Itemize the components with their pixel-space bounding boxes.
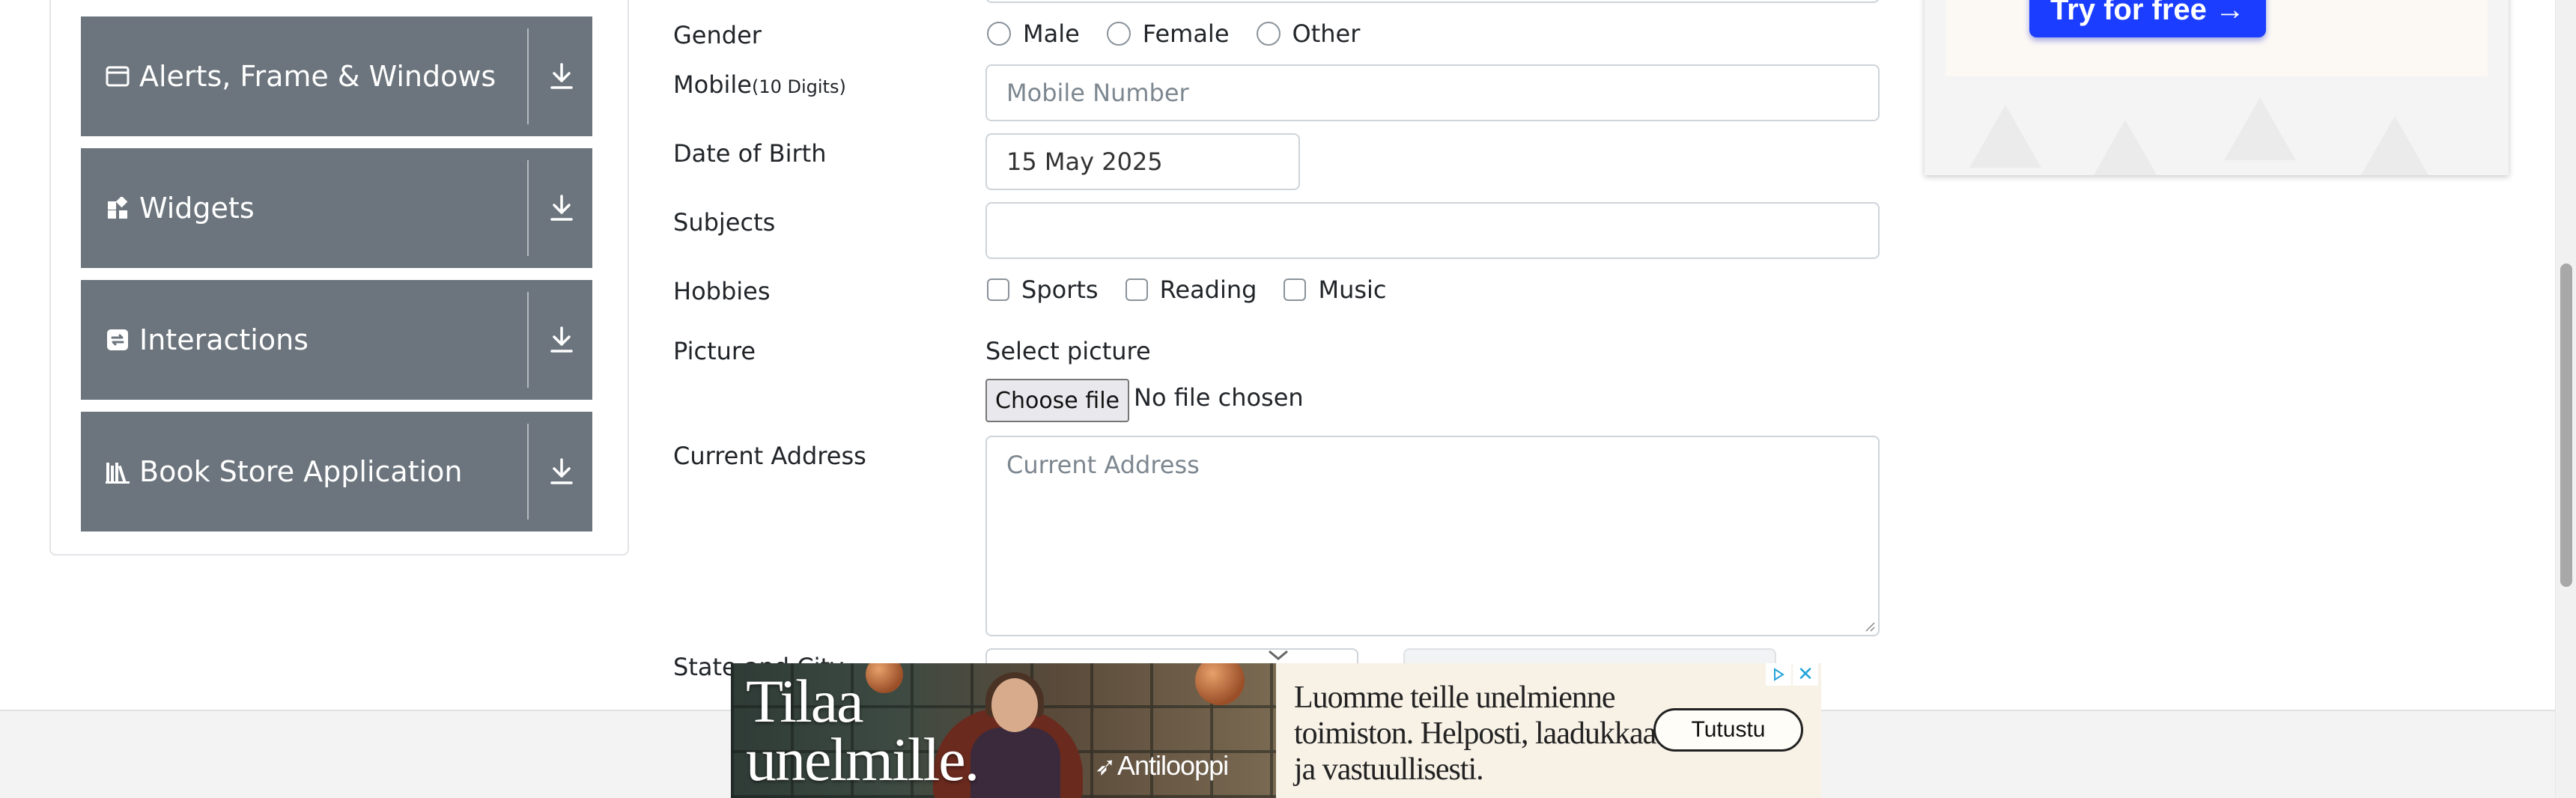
books-icon	[105, 459, 130, 484]
ad-copy-line: toimiston. Helposti, laadukkaasti	[1294, 716, 1684, 751]
divider	[527, 292, 529, 388]
ad-inner-panel: Try for free →	[1945, 0, 2488, 76]
ad-photo: Tilaa unelmille. ➶ Antilooppi	[731, 663, 1276, 798]
ad-headline-line: Tilaa	[746, 667, 864, 735]
current-address-textarea[interactable]: Current Address	[985, 436, 1880, 636]
hobby-option-label[interactable]: Sports	[1021, 275, 1099, 304]
scrollbar-thumb[interactable]	[2560, 264, 2572, 587]
gender-other-radio[interactable]	[1256, 22, 1281, 46]
window-icon	[105, 64, 130, 89]
gender-female-radio[interactable]	[1106, 22, 1131, 46]
ad-brand: Antilooppi	[1117, 750, 1229, 781]
select-picture-label: Select picture	[985, 337, 1151, 365]
gender-male-radio[interactable]	[987, 22, 1011, 46]
divider	[527, 160, 529, 256]
page: Alerts, Frame & Windows Widgets Interact…	[0, 0, 2576, 798]
group-header-interactions[interactable]: Interactions	[81, 280, 592, 400]
group-label: Widgets	[139, 192, 255, 225]
hobby-reading-checkbox[interactable]	[1125, 278, 1148, 301]
try-for-free-button[interactable]: Try for free →	[2029, 0, 2266, 37]
download-icon[interactable]	[530, 148, 592, 268]
download-icon[interactable]	[530, 412, 592, 532]
ad-pattern	[1969, 105, 2041, 168]
group-label: Book Store Application	[139, 455, 463, 488]
divider	[527, 28, 529, 124]
interactions-icon	[105, 327, 130, 353]
gender-option-label[interactable]: Other	[1292, 19, 1361, 48]
hobby-sports-checkbox[interactable]	[987, 278, 1009, 301]
ad-headline: Tilaa unelmille.	[746, 667, 979, 794]
hobby-music-checkbox[interactable]	[1284, 278, 1307, 301]
close-icon[interactable]: ✕	[1793, 663, 1818, 686]
ad-photo-person	[970, 728, 1060, 798]
subjects-label: Subjects	[673, 208, 776, 237]
widgets-icon	[105, 195, 130, 221]
gender-radio-group: Male Female Other	[987, 19, 1387, 48]
chevron-down-icon	[1269, 650, 1288, 660]
vertical-scrollbar[interactable]	[2555, 0, 2576, 798]
current-address-label: Current Address	[673, 442, 866, 470]
subjects-input[interactable]	[985, 202, 1880, 259]
mobile-label-hint: (10 Digits)	[751, 76, 846, 97]
file-status-text: No file chosen	[1134, 383, 1304, 412]
antilooppi-logo-icon: ➶	[1095, 752, 1117, 782]
mobile-label: Mobile(10 Digits)	[673, 70, 846, 99]
textarea-placeholder: Current Address	[1006, 451, 1200, 479]
group-label: Alerts, Frame & Windows	[139, 60, 496, 93]
divider	[527, 424, 529, 520]
gender-option-label[interactable]: Male	[1023, 19, 1080, 48]
download-icon[interactable]	[530, 280, 592, 400]
ad-cta-button[interactable]: Tutustu	[1653, 708, 1803, 752]
bottom-banner-ad[interactable]: Tilaa unelmille. ➶ Antilooppi Luomme tei…	[731, 663, 1821, 798]
ad-photo-person	[991, 678, 1038, 732]
ad-headline-line: unelmille.	[746, 725, 979, 794]
ad-pattern	[2359, 116, 2431, 175]
hobbies-label: Hobbies	[673, 277, 771, 305]
previous-input-edge	[985, 0, 1880, 3]
ad-pattern	[2089, 120, 2161, 175]
gender-option-label[interactable]: Female	[1143, 19, 1230, 48]
group-header-widgets[interactable]: Widgets	[81, 148, 592, 268]
dob-label: Date of Birth	[673, 139, 827, 168]
picture-label: Picture	[673, 337, 756, 365]
hobby-option-label[interactable]: Music	[1318, 275, 1386, 304]
adchoices-icon[interactable]	[1766, 663, 1791, 686]
group-header-alerts[interactable]: Alerts, Frame & Windows	[81, 16, 592, 136]
choose-file-button[interactable]: Choose file	[985, 379, 1129, 422]
hobby-option-label[interactable]: Reading	[1160, 275, 1257, 304]
side-ad: Try for free →	[1925, 0, 2509, 175]
group-label: Interactions	[139, 323, 309, 356]
date-of-birth-input[interactable]: 15 May 2025	[985, 133, 1300, 190]
group-header-book-store[interactable]: Book Store Application	[81, 412, 592, 532]
ad-copy-line: ja vastuullisesti.	[1294, 752, 1484, 787]
hobbies-checkbox-group: Sports Reading Music	[987, 275, 1414, 304]
mobile-number-input[interactable]: Mobile Number	[985, 64, 1880, 121]
ad-copy: Luomme teille unelmienne toimiston. Help…	[1294, 680, 1684, 788]
gender-label: Gender	[673, 21, 762, 49]
ad-copy-line: Luomme teille unelmienne	[1294, 680, 1616, 715]
ad-pattern	[2224, 97, 2296, 160]
download-icon[interactable]	[530, 16, 592, 136]
mobile-label-text: Mobile	[673, 70, 752, 99]
resize-grip-icon[interactable]	[1863, 620, 1875, 632]
